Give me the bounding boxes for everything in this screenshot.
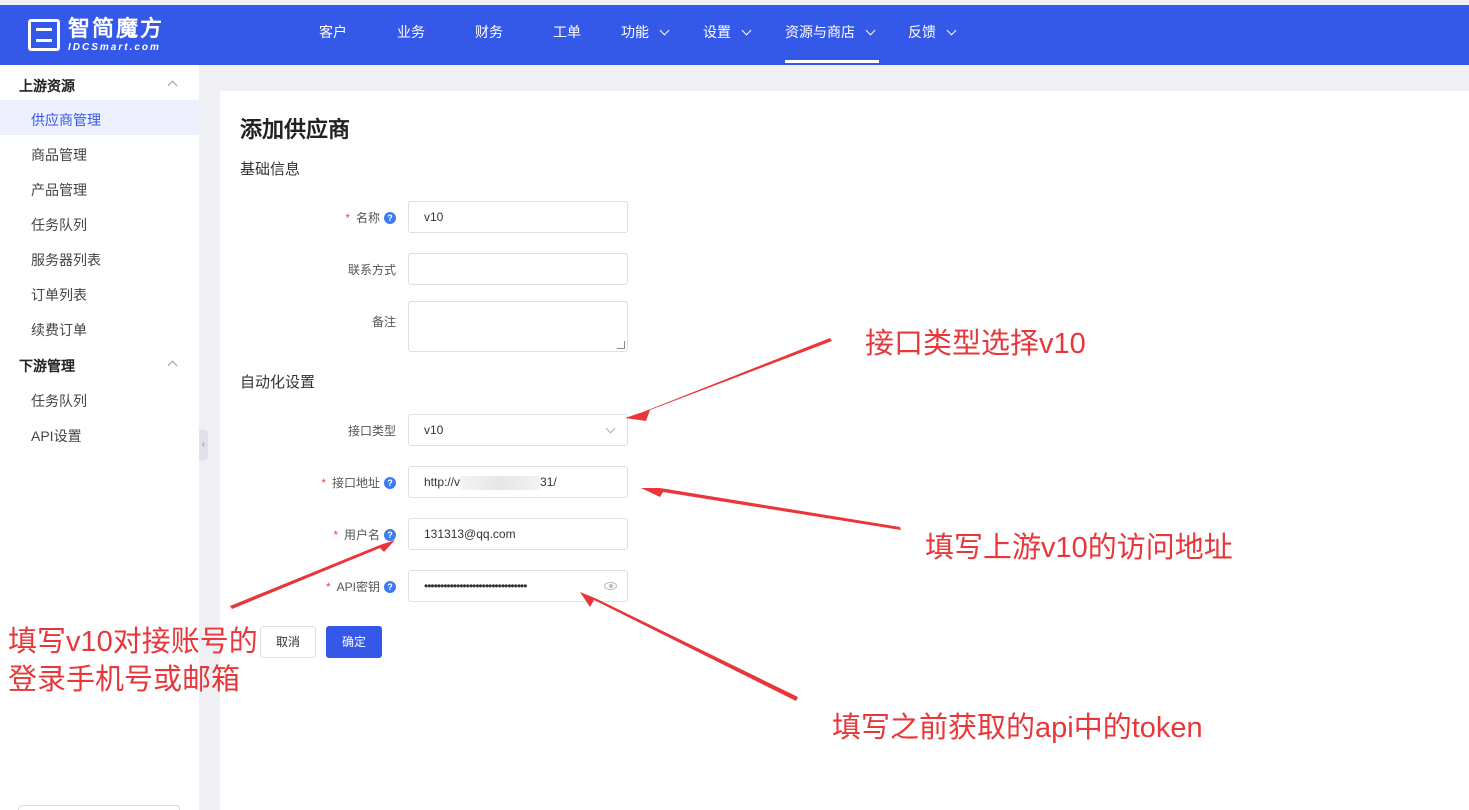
chevron-down-icon xyxy=(865,25,876,36)
annotation-api-type: 接口类型选择v10 xyxy=(865,328,1086,360)
sidebar-item-server-list[interactable]: 服务器列表 xyxy=(31,250,101,270)
chevron-down-icon xyxy=(946,25,957,36)
eye-icon[interactable] xyxy=(604,582,617,590)
page-title: 添加供应商 xyxy=(240,117,351,142)
api-url-input[interactable]: http://v 31/ xyxy=(408,466,628,498)
api-key-label: * API密钥 ? xyxy=(326,578,396,595)
sidebar-item-renewal-orders[interactable]: 续费订单 xyxy=(31,320,87,340)
required-mark: * xyxy=(333,527,338,542)
required-mark: * xyxy=(325,579,331,594)
nav-features[interactable]: 功能 xyxy=(621,5,670,65)
annotation-api-key: 填写之前获取的api中的token xyxy=(832,712,1203,744)
nav-settings[interactable]: 设置 xyxy=(703,5,752,65)
section-basic-info: 基础信息 xyxy=(240,161,301,178)
sidebar-bottom-panel xyxy=(18,805,180,810)
brand-name-cn: 智简魔方 xyxy=(68,15,165,41)
sidebar-item-product-instances[interactable]: 产品管理 xyxy=(31,180,87,200)
resize-grip-icon[interactable] xyxy=(617,341,625,349)
logo-icon xyxy=(28,19,60,51)
help-icon[interactable]: ? xyxy=(384,580,396,593)
chevron-up-icon[interactable] xyxy=(167,360,178,371)
sidebar-item-order-list[interactable]: 订单列表 xyxy=(31,285,87,305)
nav-tickets[interactable]: 工单 xyxy=(553,5,581,65)
sidebar-item-product-management[interactable]: 商品管理 xyxy=(31,145,87,165)
username-label: * 用户名 ? xyxy=(333,526,396,543)
top-navbar: 智简魔方 IDCSmart.com 客户 业务 财务 工单 功能 设置 资源与商… xyxy=(0,5,1469,65)
remark-textarea[interactable] xyxy=(408,301,628,352)
brand-name-en: IDCSmart.com xyxy=(68,41,161,53)
required-mark: * xyxy=(345,210,350,225)
api-type-label: 接口类型 xyxy=(347,424,396,438)
annotation-username-line2: 登录手机号或邮箱 xyxy=(8,664,241,696)
contact-input[interactable] xyxy=(408,253,628,285)
contact-label: 联系方式 xyxy=(347,263,396,277)
confirm-button[interactable]: 确定 xyxy=(326,626,382,658)
sidebar-group-upstream[interactable]: 上游资源 xyxy=(19,76,75,96)
name-input[interactable]: v10 xyxy=(408,201,628,233)
nav-feedback[interactable]: 反馈 xyxy=(908,5,957,65)
nav-active-indicator xyxy=(785,60,879,63)
redacted-blur xyxy=(460,475,541,490)
sidebar-group-downstream[interactable]: 下游管理 xyxy=(19,356,75,376)
annotation-api-url: 填写上游v10的访问地址 xyxy=(925,532,1233,564)
chevron-down-icon xyxy=(659,25,670,36)
sidebar-item-downstream-task-queue[interactable]: 任务队列 xyxy=(31,391,87,411)
api-url-label: * 接口地址 ? xyxy=(321,474,396,491)
help-icon[interactable]: ? xyxy=(384,211,396,224)
sidebar-item-task-queue[interactable]: 任务队列 xyxy=(31,215,87,235)
name-label: * 名称 ? xyxy=(345,209,396,226)
nav-business[interactable]: 业务 xyxy=(397,5,425,65)
chevron-up-icon[interactable] xyxy=(167,80,178,91)
sidebar-collapse-handle[interactable]: ‹ xyxy=(199,430,208,460)
nav-customers[interactable]: 客户 xyxy=(319,5,347,65)
chevron-down-icon xyxy=(741,25,752,36)
required-mark: * xyxy=(321,475,326,490)
nav-finance[interactable]: 财务 xyxy=(475,5,503,65)
api-type-select[interactable]: v10 xyxy=(408,414,628,446)
help-icon[interactable]: ? xyxy=(384,528,396,541)
sidebar-item-api-settings[interactable]: API设置 xyxy=(31,426,82,446)
cancel-button[interactable]: 取消 xyxy=(260,626,316,658)
sidebar: 上游资源 供应商管理 商品管理 产品管理 任务队列 服务器列表 订单列表 续费订… xyxy=(0,65,199,810)
remark-label: 备注 xyxy=(371,315,396,329)
api-key-input[interactable]: •••••••••••••••••••••••••••••••• xyxy=(408,570,628,602)
username-input[interactable]: 131313@qq.com xyxy=(408,518,628,550)
chevron-down-icon xyxy=(605,423,616,434)
section-automation: 自动化设置 xyxy=(240,374,316,391)
nav-resources-store[interactable]: 资源与商店 xyxy=(785,5,876,65)
content-card xyxy=(220,91,1469,810)
annotation-username-line1: 填写v10对接账号的 xyxy=(8,626,258,658)
help-icon[interactable]: ? xyxy=(384,476,396,489)
sidebar-item-supplier-management[interactable]: 供应商管理 xyxy=(31,110,101,130)
brand-logo[interactable]: 智简魔方 IDCSmart.com xyxy=(28,15,164,55)
